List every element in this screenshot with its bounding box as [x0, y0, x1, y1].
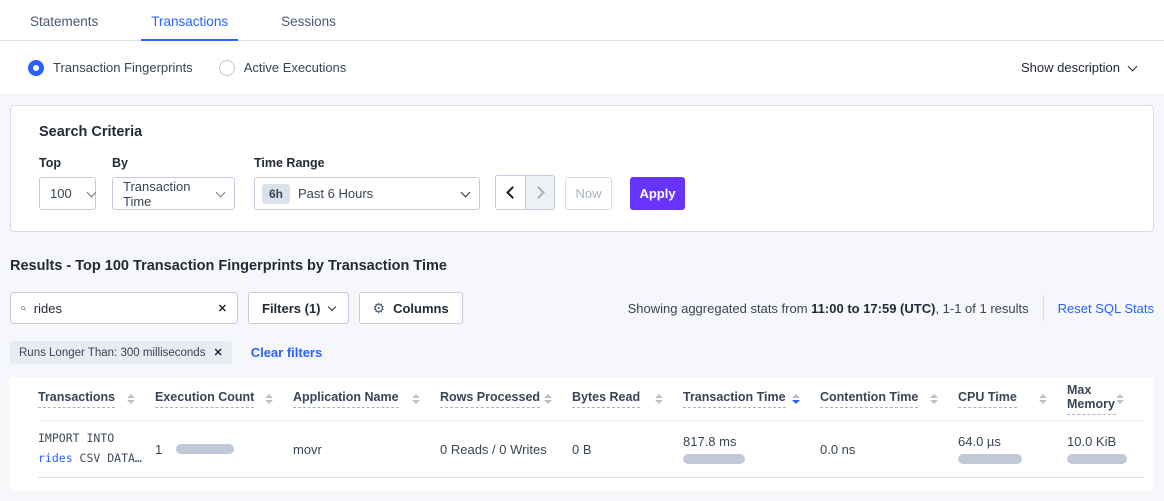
- sort-icon: [265, 394, 273, 404]
- table-header-row: Transactions Execution Count Application…: [38, 377, 1144, 421]
- columns-button[interactable]: ⚙ Columns: [359, 292, 463, 324]
- time-range-select[interactable]: 6h Past 6 Hours: [254, 177, 480, 210]
- radio-active-executions[interactable]: Active Executions: [219, 60, 347, 76]
- chevron-down-icon: [327, 302, 335, 310]
- cpu-time-cell: 64.0 µs: [958, 434, 1067, 464]
- execution-count-cell: 1: [155, 442, 293, 457]
- top-label: Top: [39, 156, 112, 170]
- sort-icon: [544, 394, 552, 404]
- time-range-arrows: [495, 175, 555, 210]
- column-header-rows-processed[interactable]: Rows Processed: [440, 390, 572, 408]
- filter-chip: Runs Longer Than: 300 milliseconds ✕: [10, 341, 232, 364]
- reset-sql-stats-link[interactable]: Reset SQL Stats: [1058, 301, 1154, 316]
- execution-count-bar: [176, 444, 234, 454]
- transactions-page: Statements Transactions Sessions Transac…: [0, 0, 1164, 501]
- transaction-fingerprint-cell[interactable]: IMPORT INTO rides CSV DATA…: [38, 429, 155, 468]
- table-row: IMPORT INTO rides CSV DATA… 1 movr 0 Rea…: [38, 421, 1144, 478]
- sort-icon: [412, 394, 420, 404]
- chevron-down-icon: [86, 187, 96, 197]
- column-header-bytes-read[interactable]: Bytes Read: [572, 390, 683, 408]
- sort-icon: [1039, 394, 1047, 404]
- sort-icon: [1116, 394, 1124, 404]
- search-input[interactable]: [34, 301, 210, 316]
- tab-statements[interactable]: Statements: [28, 4, 100, 40]
- rows-processed-cell: 0 Reads / 0 Writes: [440, 442, 572, 457]
- next-time-range-button[interactable]: [525, 176, 554, 209]
- aggregated-stats-text: Showing aggregated stats from 11:00 to 1…: [628, 301, 1029, 316]
- search-box: ✕: [10, 292, 238, 324]
- by-value: Transaction Time: [123, 179, 201, 209]
- by-label: By: [112, 156, 254, 170]
- application-name-cell: movr: [293, 442, 440, 457]
- chevron-down-icon: [216, 187, 226, 197]
- time-range-label: Time Range: [254, 156, 480, 170]
- radio-unselected-icon: [219, 60, 235, 76]
- sort-icon: [655, 394, 663, 404]
- bytes-read-cell: 0 B: [572, 442, 683, 457]
- sort-icon: [930, 394, 938, 404]
- clear-filters-link[interactable]: Clear filters: [251, 345, 323, 360]
- now-button[interactable]: Now: [565, 177, 612, 210]
- chevron-left-icon: [506, 186, 519, 199]
- column-header-max-memory[interactable]: Max Memory: [1067, 383, 1144, 415]
- results-table: Transactions Execution Count Application…: [10, 377, 1154, 491]
- radio-transaction-fingerprints[interactable]: Transaction Fingerprints: [28, 60, 193, 76]
- clear-search-icon[interactable]: ✕: [218, 302, 227, 315]
- results-toolbar: ✕ Filters (1) ⚙ Columns Showing aggregat…: [10, 292, 1154, 324]
- column-header-execution-count[interactable]: Execution Count: [155, 390, 293, 408]
- transaction-time-cell: 817.8 ms: [683, 434, 820, 464]
- radio-label: Transaction Fingerprints: [53, 60, 193, 75]
- show-description-label: Show description: [1021, 60, 1120, 75]
- filters-label: Filters (1): [262, 301, 321, 316]
- radio-label: Active Executions: [244, 60, 347, 75]
- top-tab-bar: Statements Transactions Sessions: [0, 0, 1164, 41]
- sort-desc-icon: [792, 394, 800, 404]
- remove-filter-icon[interactable]: ✕: [213, 346, 222, 359]
- columns-label: Columns: [393, 301, 449, 316]
- column-header-cpu-time[interactable]: CPU Time: [958, 390, 1067, 408]
- results-heading: Results - Top 100 Transaction Fingerprin…: [10, 258, 1154, 274]
- previous-time-range-button[interactable]: [496, 176, 525, 209]
- transaction-link[interactable]: rides: [38, 451, 73, 465]
- top-value: 100: [50, 186, 72, 201]
- chevron-right-icon: [532, 186, 545, 199]
- filter-chip-label: Runs Longer Than: 300 milliseconds: [19, 347, 205, 359]
- tab-sessions[interactable]: Sessions: [279, 4, 338, 40]
- contention-time-cell: 0.0 ns: [820, 442, 958, 457]
- max-memory-cell: 10.0 KiB: [1067, 434, 1144, 464]
- column-header-transaction-time[interactable]: Transaction Time: [683, 390, 820, 408]
- column-header-application-name[interactable]: Application Name: [293, 390, 440, 408]
- apply-button[interactable]: Apply: [630, 177, 685, 210]
- applied-filters-row: Runs Longer Than: 300 milliseconds ✕ Cle…: [10, 341, 1154, 364]
- chevron-down-icon: [1128, 61, 1138, 71]
- tab-transactions[interactable]: Transactions: [149, 4, 230, 40]
- sort-icon: [127, 394, 135, 404]
- vertical-divider: [1043, 295, 1044, 321]
- time-range-value: Past 6 Hours: [298, 186, 373, 201]
- view-toggle-row: Transaction Fingerprints Active Executio…: [0, 41, 1164, 95]
- time-range-badge: 6h: [262, 184, 290, 204]
- column-header-contention-time[interactable]: Contention Time: [820, 390, 958, 408]
- by-select[interactable]: Transaction Time: [112, 177, 235, 210]
- column-header-transactions[interactable]: Transactions: [38, 390, 155, 408]
- search-criteria-title: Search Criteria: [39, 124, 1125, 140]
- top-select[interactable]: 100: [39, 177, 96, 210]
- gear-icon: ⚙: [373, 301, 386, 315]
- cpu-time-bar: [958, 454, 1022, 464]
- show-description-toggle[interactable]: Show description: [1021, 60, 1136, 75]
- chevron-down-icon: [461, 187, 471, 197]
- search-criteria-card: Search Criteria Top 100 By Transaction T…: [10, 105, 1154, 232]
- filters-button[interactable]: Filters (1): [248, 292, 349, 324]
- search-icon: [21, 302, 26, 315]
- transaction-time-bar: [683, 454, 745, 464]
- radio-selected-icon: [28, 60, 44, 76]
- max-memory-bar: [1067, 454, 1127, 464]
